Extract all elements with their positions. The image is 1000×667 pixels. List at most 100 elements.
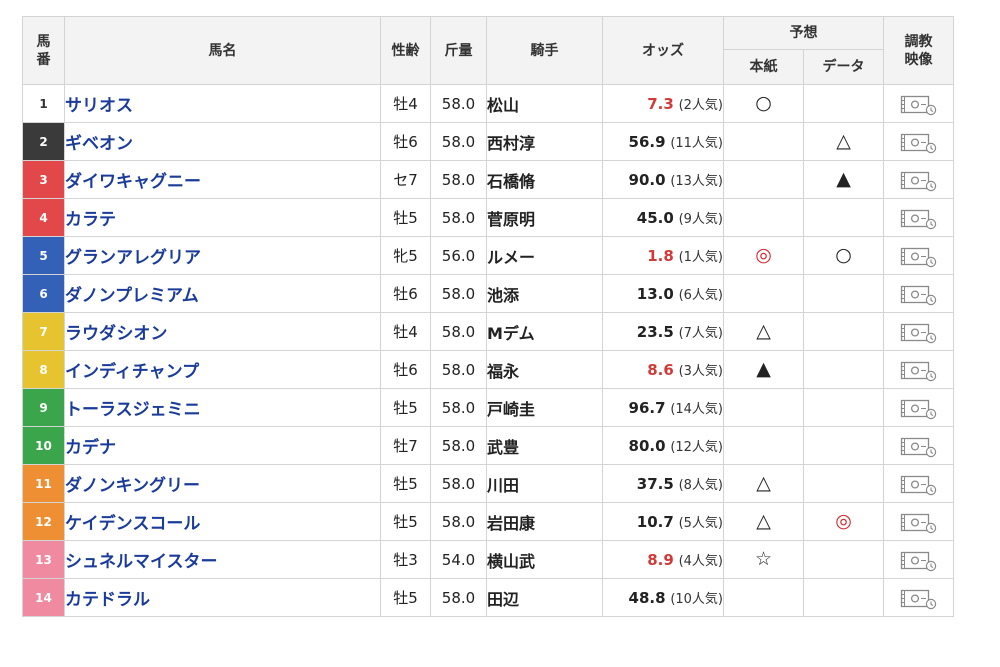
- prediction-data-mark: [803, 312, 884, 351]
- horse-sex-age: 牡4: [380, 84, 431, 123]
- horse-name-link[interactable]: ダノンプレミアム: [64, 274, 381, 313]
- prediction-paper-mark: ▲: [723, 350, 804, 389]
- video-camera-icon[interactable]: [900, 92, 938, 116]
- horse-name-link[interactable]: カデナ: [64, 426, 381, 465]
- prediction-paper-mark: [723, 578, 804, 617]
- jockey-name: 福永: [486, 350, 603, 389]
- odds-cell: 96.7 (14人気): [602, 388, 724, 427]
- horse-weight: 58.0: [430, 160, 487, 199]
- horse-name-link[interactable]: カラテ: [64, 198, 381, 237]
- horse-number: 5: [22, 236, 65, 275]
- odds-value: 1.8: [647, 247, 674, 265]
- jockey-name: 横山武: [486, 540, 603, 579]
- horse-name-link[interactable]: ケイデンスコール: [64, 502, 381, 541]
- horse-weight: 58.0: [430, 198, 487, 237]
- video-camera-icon[interactable]: [900, 130, 938, 154]
- prediction-data-mark: [803, 388, 884, 427]
- video-camera-icon[interactable]: [900, 472, 938, 496]
- odds-value: 8.6: [647, 361, 674, 379]
- odds-value: 90.0: [628, 171, 666, 189]
- video-camera-icon[interactable]: [900, 168, 938, 192]
- table-row: 12 ケイデンスコール 牡5 58.0 岩田康 10.7 (5人気) △ ◎: [22, 502, 954, 541]
- jockey-name: 武豊: [486, 426, 603, 465]
- video-camera-icon[interactable]: [900, 244, 938, 268]
- video-camera-icon[interactable]: [900, 282, 938, 306]
- table-row: 5 グランアレグリア 牝5 56.0 ルメー 1.8 (1人気) ◎ ○: [22, 236, 954, 275]
- horse-sex-age: 牡5: [380, 502, 431, 541]
- horse-name-link[interactable]: カテドラル: [64, 578, 381, 617]
- training-video-cell: [883, 84, 954, 123]
- odds-value: 13.0: [636, 285, 674, 303]
- horse-sex-age: 牡5: [380, 578, 431, 617]
- table-row: 4 カラテ 牡5 58.0 菅原明 45.0 (9人気): [22, 198, 954, 237]
- horse-name-link[interactable]: グランアレグリア: [64, 236, 381, 275]
- video-camera-icon[interactable]: [900, 548, 938, 572]
- horse-name-link[interactable]: サリオス: [64, 84, 381, 123]
- odds-cell: 13.0 (6人気): [602, 274, 724, 313]
- video-camera-icon[interactable]: [900, 320, 938, 344]
- horse-name-link[interactable]: トーラスジェミニ: [64, 388, 381, 427]
- prediction-paper-mark: [723, 122, 804, 161]
- horse-name-link[interactable]: ギベオン: [64, 122, 381, 161]
- odds-value: 37.5: [636, 475, 674, 493]
- video-camera-icon[interactable]: [900, 586, 938, 610]
- horse-name-link[interactable]: ラウダシオン: [64, 312, 381, 351]
- odds-value: 96.7: [628, 399, 666, 417]
- horse-sex-age: 牡3: [380, 540, 431, 579]
- video-camera-icon[interactable]: [900, 206, 938, 230]
- table-row: 10 カデナ 牡7 58.0 武豊 80.0 (12人気): [22, 426, 954, 465]
- horse-name-link[interactable]: ダノンキングリー: [64, 464, 381, 503]
- horse-sex-age: セ7: [380, 160, 431, 199]
- video-camera-icon[interactable]: [900, 396, 938, 420]
- header-training-video: 調教 映像: [883, 16, 954, 85]
- prediction-paper-mark: △: [723, 464, 804, 503]
- horse-name-link[interactable]: ダイワキャグニー: [64, 160, 381, 199]
- prediction-paper-mark: [723, 274, 804, 313]
- prediction-data-mark: [803, 578, 884, 617]
- horse-sex-age: 牡6: [380, 274, 431, 313]
- horse-number: 4: [22, 198, 65, 237]
- prediction-paper-mark: [723, 426, 804, 465]
- prediction-paper-mark: △: [723, 502, 804, 541]
- horse-weight: 58.0: [430, 426, 487, 465]
- jockey-name: 岩田康: [486, 502, 603, 541]
- odds-value: 7.3: [647, 95, 674, 113]
- video-camera-icon[interactable]: [900, 510, 938, 534]
- training-video-cell: [883, 464, 954, 503]
- horse-sex-age: 牡4: [380, 312, 431, 351]
- header-jockey: 騎手: [486, 16, 603, 85]
- horse-sex-age: 牡6: [380, 350, 431, 389]
- horse-sex-age: 牡5: [380, 198, 431, 237]
- odds-cell: 45.0 (9人気): [602, 198, 724, 237]
- training-video-cell: [883, 426, 954, 465]
- horse-number: 1: [22, 84, 65, 123]
- table-row: 8 インディチャンプ 牡6 58.0 福永 8.6 (3人気) ▲: [22, 350, 954, 389]
- video-camera-icon[interactable]: [900, 358, 938, 382]
- table-row: 9 トーラスジェミニ 牡5 58.0 戸崎圭 96.7 (14人気): [22, 388, 954, 427]
- popularity-rank: (5人気): [678, 516, 723, 531]
- horse-name-link[interactable]: シュネルマイスター: [64, 540, 381, 579]
- horse-sex-age: 牡7: [380, 426, 431, 465]
- odds-cell: 80.0 (12人気): [602, 426, 724, 465]
- training-video-cell: [883, 160, 954, 199]
- horse-name-link[interactable]: インディチャンプ: [64, 350, 381, 389]
- training-video-cell: [883, 198, 954, 237]
- popularity-rank: (1人気): [678, 250, 723, 265]
- video-camera-icon[interactable]: [900, 434, 938, 458]
- odds-value: 45.0: [636, 209, 674, 227]
- prediction-paper-mark: △: [723, 312, 804, 351]
- training-video-cell: [883, 274, 954, 313]
- header-prediction: 予想: [723, 16, 884, 50]
- odds-cell: 10.7 (5人気): [602, 502, 724, 541]
- horse-number: 3: [22, 160, 65, 199]
- odds-cell: 37.5 (8人気): [602, 464, 724, 503]
- odds-cell: 1.8 (1人気): [602, 236, 724, 275]
- odds-value: 56.9: [628, 133, 666, 151]
- header-number: 馬 番: [22, 16, 65, 85]
- popularity-rank: (13人気): [670, 174, 723, 189]
- horse-sex-age: 牡5: [380, 464, 431, 503]
- horse-weight: 58.0: [430, 84, 487, 123]
- popularity-rank: (10人気): [670, 592, 723, 607]
- popularity-rank: (9人気): [678, 212, 723, 227]
- horse-weight: 54.0: [430, 540, 487, 579]
